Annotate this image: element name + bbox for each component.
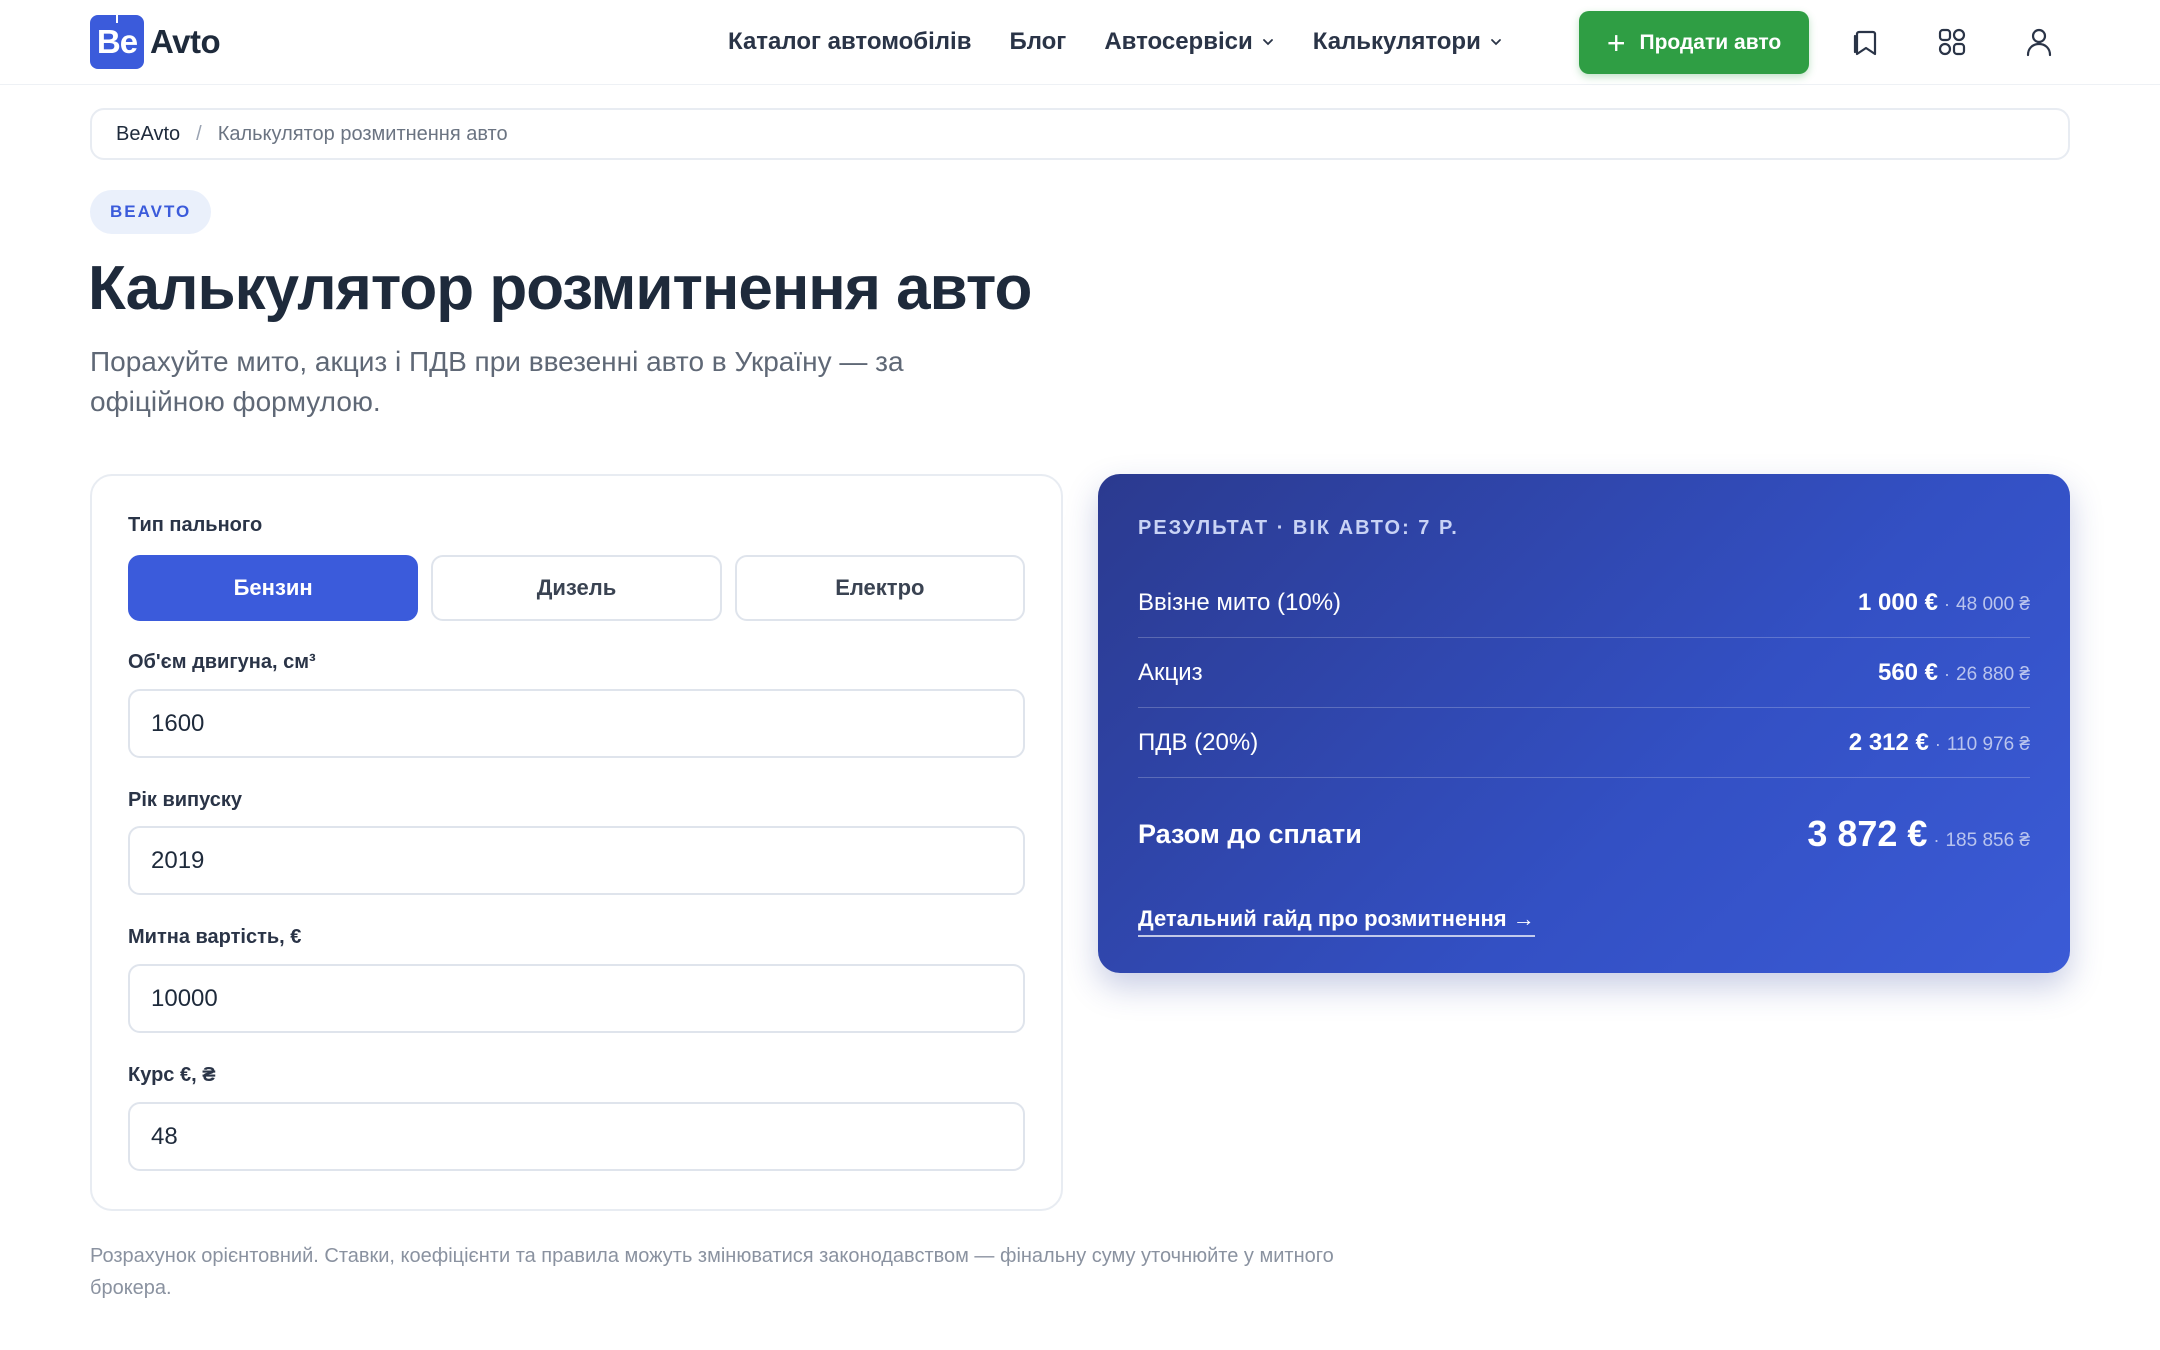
nav-services[interactable]: Автосервіси: [1104, 28, 1274, 56]
result-row-excise: Акциз 560 € · 26 880 ₴: [1138, 638, 2030, 708]
fuel-type-label: Тип пального: [128, 514, 263, 536]
fuel-type-selector: Бензин Дизель Електро: [128, 555, 1025, 621]
total-label: Разом до сплати: [1138, 818, 1362, 849]
compare-icon[interactable]: [1934, 24, 1970, 60]
year-label: Рік випуску: [128, 789, 243, 811]
engine-volume-label: Об'єм двигуна, см³: [128, 651, 316, 673]
breadcrumb: BeAvto / Калькулятор розмитнення авто: [90, 108, 2070, 160]
excise-label: Акциз: [1138, 658, 1203, 686]
calculator-form: Тип пального Бензин Дизель Електро Об'єм…: [90, 474, 1063, 1211]
excise-values: 560 € · 26 880 ₴: [1878, 659, 2030, 687]
nav-calculators-label: Калькулятори: [1312, 28, 1481, 55]
customs-value-label: Митна вартість, €: [128, 926, 302, 948]
plus-icon: +: [1606, 24, 1626, 61]
result-card: РЕЗУЛЬТАТ · ВІК АВТО: 7 Р. Ввізне мито (…: [1098, 474, 2070, 973]
exchange-rate-input[interactable]: 48: [128, 1102, 1025, 1171]
vat-label: ПДВ (20%): [1138, 728, 1259, 756]
separator-dot: ·: [1933, 830, 1940, 850]
vat-eur: 2 312 €: [1848, 728, 1929, 756]
chevron-down-icon: [1262, 39, 1273, 46]
nav-catalog[interactable]: Каталог автомобілів: [728, 28, 971, 56]
bookmark-icon[interactable]: [1847, 24, 1883, 60]
site-header: Be Avto Каталог автомобілів Блог Автосер…: [0, 0, 2160, 85]
customs-value-input[interactable]: 10000: [128, 964, 1025, 1033]
brand-logo[interactable]: Be Avto: [90, 15, 221, 69]
fuel-option-petrol[interactable]: Бензин: [128, 555, 419, 621]
fuel-option-diesel[interactable]: Дизель: [431, 555, 722, 621]
duty-uah: 48 000 ₴: [1956, 593, 2030, 615]
excise-uah: 26 880 ₴: [1956, 663, 2030, 685]
sell-car-button[interactable]: + Продати авто: [1579, 11, 1809, 74]
main-nav: Каталог автомобілів Блог Автосервіси Кал…: [728, 22, 1541, 62]
year-input[interactable]: 2019: [128, 826, 1025, 895]
nav-blog-label: Блог: [1009, 28, 1067, 55]
engine-volume-input[interactable]: 1600: [128, 689, 1025, 758]
total-values: 3 872 € · 185 856 ₴: [1807, 813, 2030, 855]
vat-values: 2 312 € · 110 976 ₴: [1849, 729, 2030, 757]
sell-car-label: Продати авто: [1639, 30, 1782, 54]
exchange-rate-label: Курс €, ₴: [128, 1064, 216, 1086]
result-total: Разом до сплати 3 872 € · 185 856 ₴: [1138, 804, 2030, 864]
separator-dot: ·: [1944, 663, 1951, 684]
result-row-duty: Ввізне мито (10%) 1 000 € · 48 000 ₴: [1138, 568, 2030, 638]
nav-services-label: Автосервіси: [1104, 28, 1253, 55]
breadcrumb-current: Калькулятор розмитнення авто: [217, 122, 508, 145]
nav-blog[interactable]: Блог: [1009, 28, 1066, 56]
disclaimer-text: Розрахунок орієнтовний. Ставки, коефіціє…: [90, 1245, 1334, 1299]
duty-values: 1 000 € · 48 000 ₴: [1858, 589, 2030, 617]
fuel-option-electric[interactable]: Електро: [734, 555, 1025, 621]
total-eur: 3 872 €: [1807, 813, 1928, 854]
category-badge: BEAVTO: [90, 190, 212, 234]
chevron-down-icon: [1490, 39, 1501, 46]
user-icon[interactable]: [2021, 24, 2057, 60]
separator-dot: ·: [1944, 593, 1951, 614]
separator-dot: ·: [1934, 733, 1941, 754]
excise-eur: 560 €: [1877, 658, 1939, 686]
nav-calculators[interactable]: Калькулятори: [1313, 28, 1503, 56]
nav-catalog-label: Каталог автомобілів: [728, 28, 972, 55]
total-uah: 185 856 ₴: [1945, 830, 2030, 851]
result-row-vat: ПДВ (20%) 2 312 € · 110 976 ₴: [1138, 708, 2030, 778]
breadcrumb-separator: /: [196, 122, 202, 145]
breadcrumb-home-link[interactable]: BeAvto: [116, 123, 180, 146]
result-heading: РЕЗУЛЬТАТ · ВІК АВТО: 7 Р.: [1138, 517, 1459, 539]
customs-guide-link[interactable]: Детальний гайд про розмитнення →: [1138, 906, 1535, 937]
duty-label: Ввізне мито (10%): [1138, 588, 1342, 616]
logo-mark: Be: [90, 15, 144, 69]
logo-text: Avto: [150, 23, 221, 60]
page-title: Калькулятор розмитнення авто: [88, 254, 1032, 323]
duty-eur: 1 000 €: [1857, 588, 1939, 616]
vat-uah: 110 976 ₴: [1946, 733, 2030, 755]
page-subtitle: Порахуйте мито, акциз і ПДВ при ввезенні…: [90, 346, 904, 417]
